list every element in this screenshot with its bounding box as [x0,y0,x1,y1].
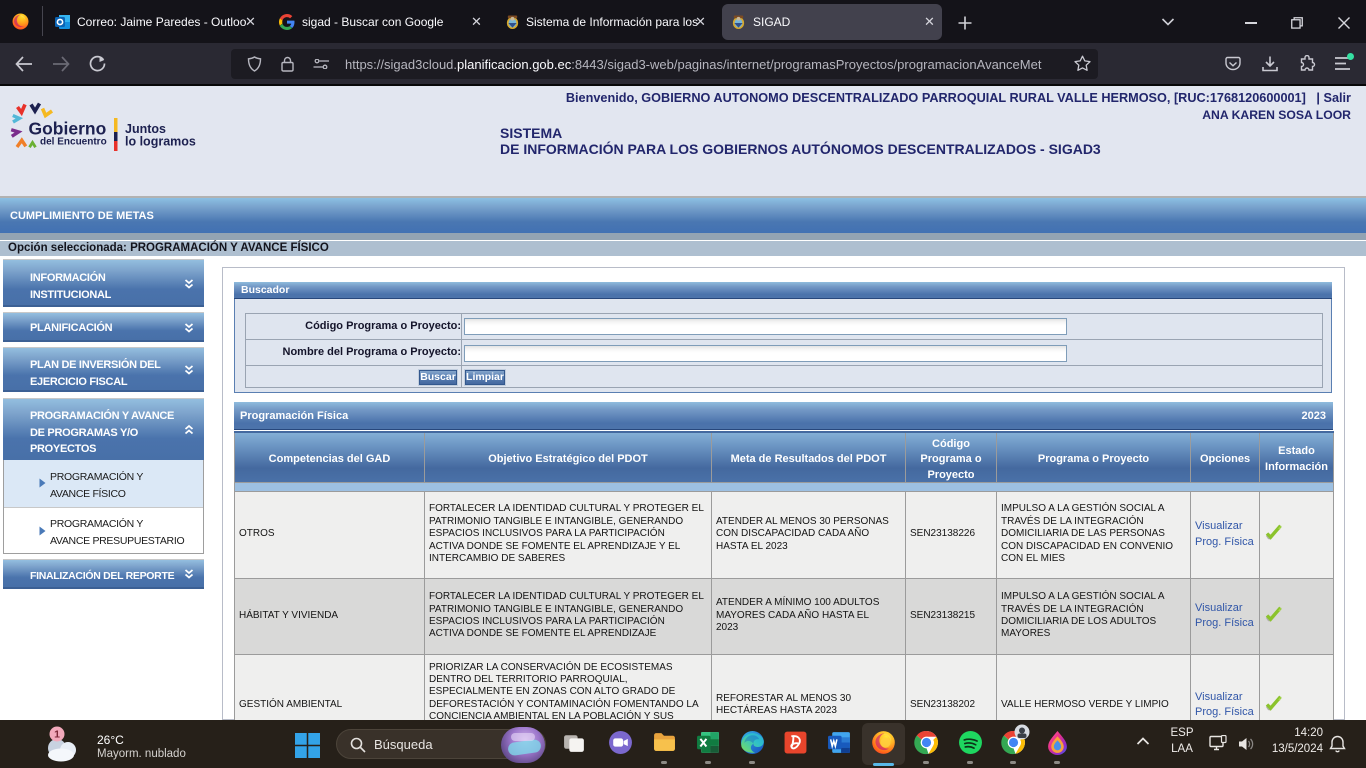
svg-text:lo logramos: lo logramos [125,135,196,149]
svg-text:1: 1 [54,729,60,741]
svg-text:del Encuentro: del Encuentro [40,137,107,148]
svg-text:Gobierno: Gobierno [29,119,107,139]
